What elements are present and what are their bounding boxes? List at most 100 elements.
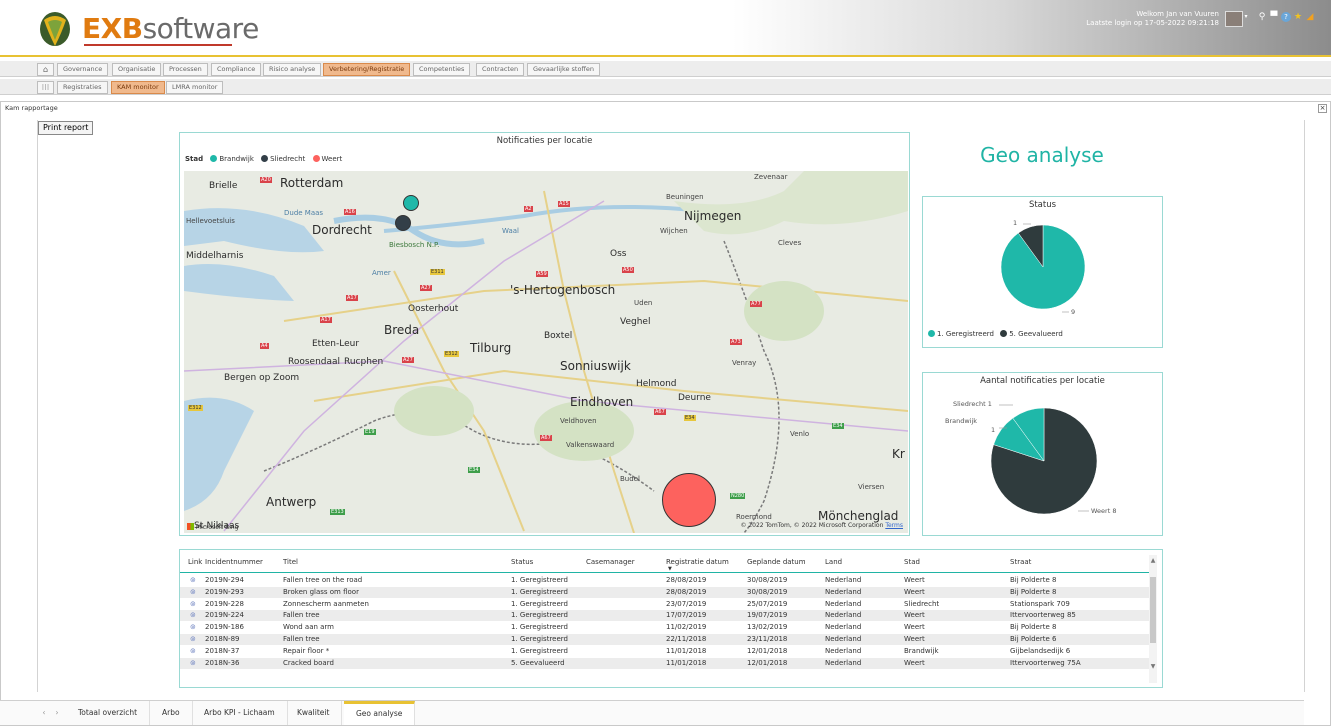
col-header-status[interactable]: Status — [511, 558, 533, 566]
tab-governance[interactable]: Governance — [57, 63, 109, 76]
user-menu-chevron-icon[interactable]: ▾ — [1241, 12, 1251, 22]
map-place-dude-maas: Dude Maas — [284, 209, 324, 217]
table-cell: 2018N-37 — [205, 646, 240, 655]
road-shield: E34 — [832, 423, 844, 429]
link-icon[interactable]: ⊚ — [190, 635, 196, 643]
apps-grid-icon[interactable]: ⁝⁝⁝ — [37, 81, 54, 94]
road-shield: A50 — [622, 267, 634, 273]
legend-geregistreerd: 1. Geregistreerd — [937, 330, 994, 338]
col-header-titel[interactable]: Titel — [283, 558, 298, 566]
tab-processen[interactable]: Processen — [163, 63, 208, 76]
link-icon[interactable]: ⊚ — [190, 576, 196, 584]
table-header: Link Incidentnummer Titel Status Caseman… — [180, 555, 1151, 573]
tab-risico-analyse[interactable]: Risico analyse — [263, 63, 322, 76]
terms-link[interactable]: Terms — [885, 522, 903, 529]
col-header-casemanager[interactable]: Casemanager — [586, 558, 635, 566]
map-place-cleves: Cleves — [778, 239, 802, 247]
table-cell: Weert — [904, 635, 925, 643]
table-cell: 2018N-89 — [205, 635, 240, 643]
link-icon[interactable]: ⊚ — [190, 647, 196, 655]
tab-kam-monitor[interactable]: KAM monitor — [111, 81, 165, 94]
map-place-venlo: Venlo — [790, 430, 810, 438]
map-visual: Notificaties per locatie Stad Brandwijk … — [179, 132, 910, 536]
table-cell: 23/07/2019 — [666, 599, 707, 608]
table-cell: 11/02/2019 — [666, 623, 707, 632]
bookmark-icon[interactable]: ◢ — [1305, 12, 1315, 22]
table-row[interactable]: ⊚ 2019N-294 Fallen tree on the road 1. Gere… — [180, 575, 1151, 586]
scroll-down-icon[interactable]: ▼ — [1149, 663, 1157, 670]
table-row[interactable]: ⊚ 2019N-186 Wond aan arm 1. Geregistreerd 11… — [180, 622, 1151, 633]
table-row[interactable]: ⊚ 2019N-293 Broken glass om floor 1. Geregi… — [180, 586, 1151, 598]
table-row[interactable]: ⊚ 2018N-89 Fallen tree 1. Geregistreerd 22/1… — [180, 634, 1151, 645]
map-bubble-sliedrecht[interactable] — [395, 215, 411, 231]
home-icon[interactable]: ⌂ — [37, 63, 54, 76]
chat-icon[interactable]: ▀ — [1269, 12, 1279, 22]
legend-brandwijk: Brandwijk — [219, 155, 254, 163]
col-header-geplande-datum[interactable]: Geplande datum — [747, 558, 806, 566]
table-cell: Fallen tree — [283, 611, 320, 620]
map-bubble-weert[interactable] — [662, 473, 716, 527]
sub-tabbar: ⁝⁝⁝ Registraties KAM monitor LMRA monito… — [0, 79, 1331, 95]
col-header-registratie-datum[interactable]: Registratie datum — [666, 558, 729, 566]
tab-gevaarlijke-stoffen[interactable]: Gevaarlijke stoffen — [527, 63, 601, 76]
col-header-land[interactable]: Land — [825, 558, 842, 566]
table-cell: 28/08/2019 — [666, 576, 707, 584]
link-icon[interactable]: ⊚ — [190, 623, 196, 631]
map-place-uden: Uden — [634, 299, 653, 307]
page-tab-totaal-overzicht[interactable]: Totaal overzicht — [66, 701, 151, 725]
road-shield: A27 — [420, 285, 432, 291]
print-report-button[interactable]: Print report — [38, 121, 94, 135]
table-row[interactable]: ⊚ 2018N-36 Cracked board 5. Geevalueerd 11/0… — [180, 657, 1151, 669]
map-place-budel: Budel — [620, 475, 640, 483]
page-tab-arbo[interactable]: Arbo — [150, 701, 193, 725]
table-cell: 12/01/2018 — [747, 658, 788, 667]
map-place-tilburg: Tilburg — [470, 341, 512, 355]
page-tab-arbo-kpi-lichaam[interactable]: Arbo KPI - Lichaam — [192, 701, 288, 725]
scroll-up-icon[interactable]: ▲ — [1149, 557, 1157, 564]
map-area[interactable]: Rotterdam Brielle Hellevoetsluis Dude Ma… — [184, 171, 908, 533]
page-tab-geo-analyse[interactable]: Geo analyse — [344, 701, 416, 725]
col-header-straat[interactable]: Straat — [1010, 558, 1031, 566]
legend-dot-geevalueerd — [1000, 330, 1008, 337]
table-cell: Broken glass om floor — [283, 587, 359, 596]
prev-page-icon[interactable]: ‹ — [38, 701, 50, 725]
link-icon[interactable]: ⊚ — [190, 600, 196, 608]
tab-competenties[interactable]: Competenties — [413, 63, 471, 76]
table-scrollbar[interactable]: ▲ ▼ — [1149, 555, 1157, 683]
link-icon[interactable]: ⊚ — [190, 611, 196, 619]
table-cell: Weert — [904, 623, 925, 632]
tab-contracten[interactable]: Contracten — [476, 63, 525, 76]
tab-verbetering-registratie[interactable]: Verbetering/Registratie — [323, 63, 411, 76]
page-tab-kwaliteit[interactable]: Kwaliteit — [285, 701, 343, 725]
scrollbar-thumb[interactable] — [1150, 577, 1156, 643]
map-background — [184, 171, 908, 533]
link-icon[interactable]: ⊚ — [190, 659, 196, 667]
map-bubble-brandwijk[interactable] — [403, 195, 419, 211]
table-row[interactable]: ⊚ 2018N-37 Repair floor * 1. Geregistreerd 1… — [180, 646, 1151, 657]
tab-organisatie[interactable]: Organisatie — [112, 63, 162, 76]
map-place-brielle: Brielle — [209, 181, 238, 191]
location-slice-label-weert: Weert 8 — [1091, 507, 1117, 515]
help-icon[interactable]: ? — [1281, 12, 1291, 22]
table-cell: Cracked board — [283, 658, 334, 667]
col-header-stad[interactable]: Stad — [904, 558, 920, 566]
search-icon[interactable]: ⚲ — [1257, 12, 1267, 22]
close-icon[interactable]: × — [1318, 104, 1327, 113]
location-slice-label-sliedrecht: Sliedrecht 1 — [953, 400, 992, 408]
map-place-veldhoven: Veldhoven — [560, 417, 597, 425]
table-cell: 11/01/2018 — [666, 658, 707, 667]
map-place-beuningen: Beuningen — [666, 193, 704, 201]
star-icon[interactable]: ★ — [1293, 12, 1303, 22]
tab-compliance[interactable]: Compliance — [211, 63, 262, 76]
table-row[interactable]: ⊚ 2019N-228 Zonnescherm aanmeten 1. Geregis… — [180, 599, 1151, 610]
col-header-link[interactable]: Link — [188, 558, 202, 566]
col-header-incidentnummer[interactable]: Incidentnummer — [205, 558, 263, 566]
legend-dot-brandwijk — [210, 155, 218, 162]
location-pie-chart: Aantal notificaties per locatie Sliedrec… — [922, 372, 1163, 536]
next-page-icon[interactable]: › — [51, 701, 63, 725]
table-cell: 2019N-224 — [205, 611, 244, 620]
table-row[interactable]: ⊚ 2019N-224 Fallen tree 1. Geregistreerd 17/… — [180, 610, 1151, 622]
tab-registraties[interactable]: Registraties — [57, 81, 108, 94]
link-icon[interactable]: ⊚ — [190, 588, 196, 596]
tab-lmra-monitor[interactable]: LMRA monitor — [166, 81, 224, 94]
